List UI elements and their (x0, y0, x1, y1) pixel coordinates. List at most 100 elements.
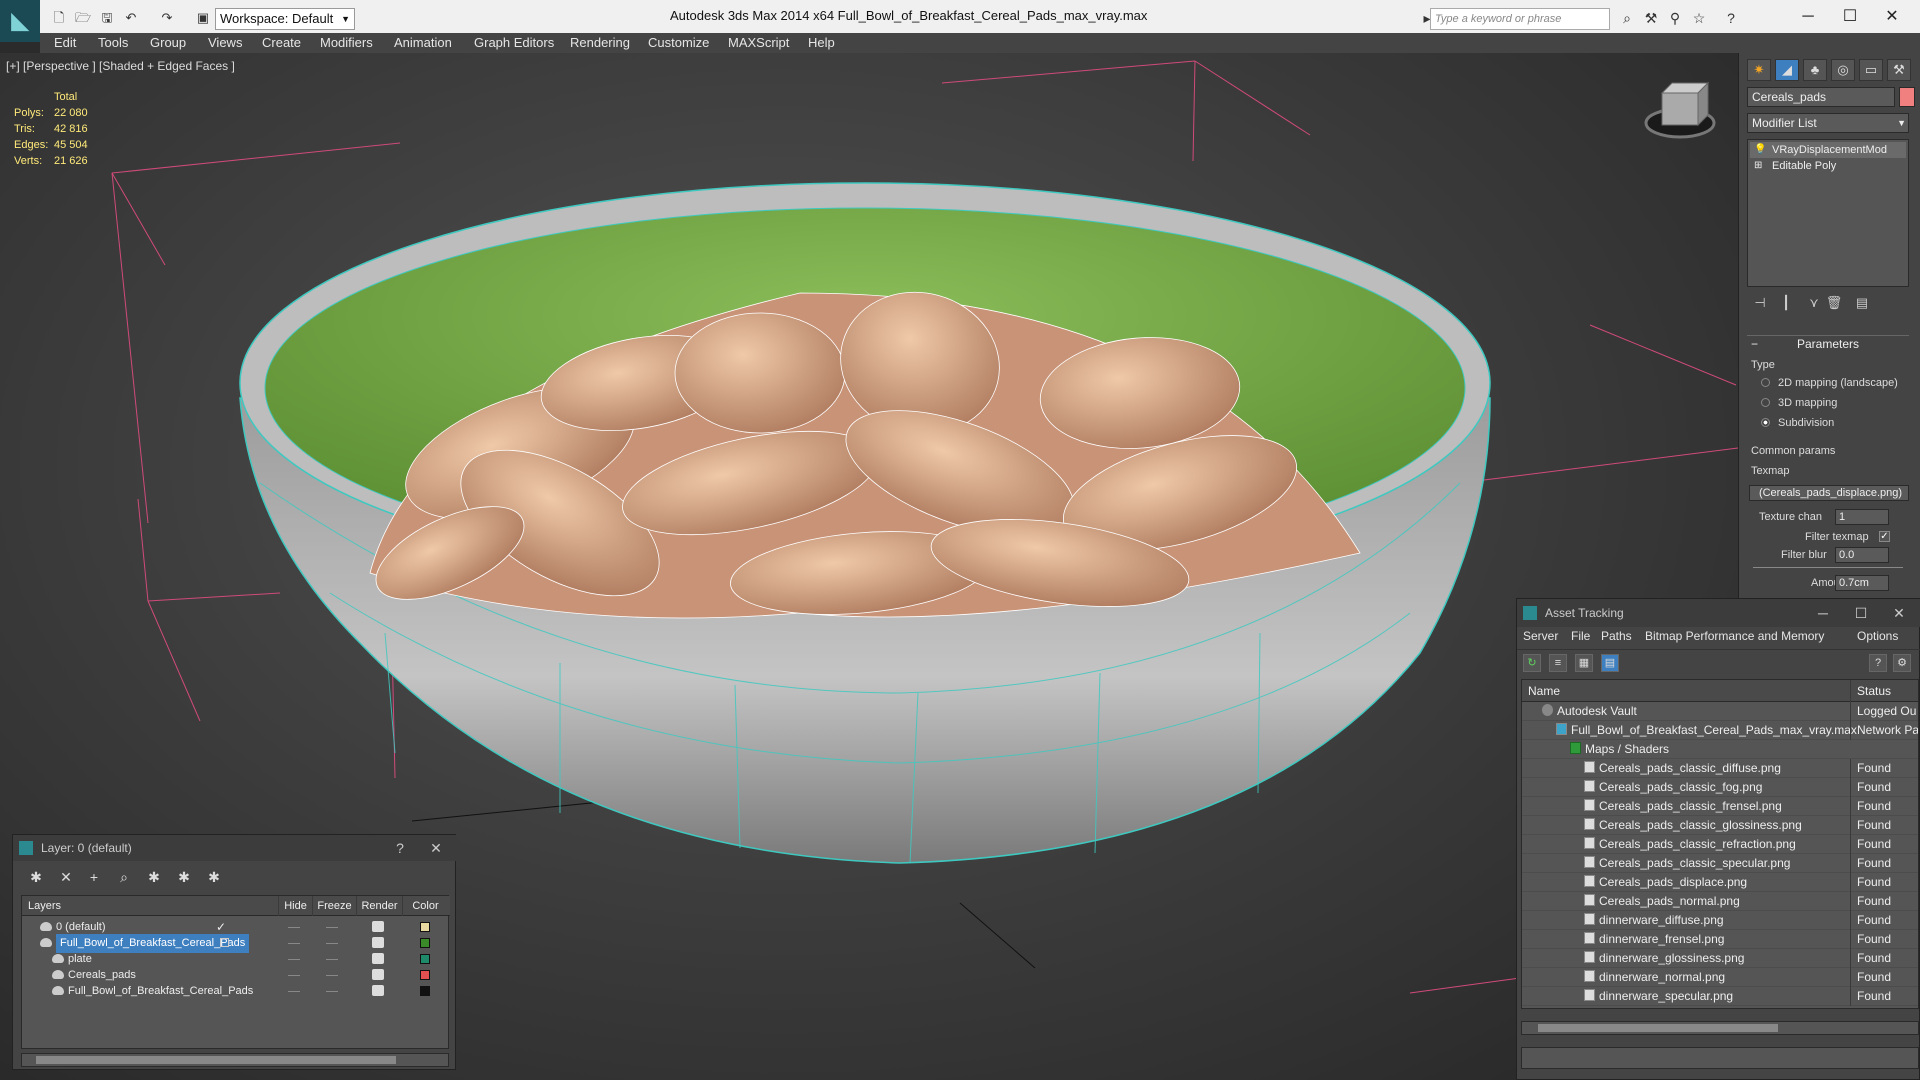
menu-customize[interactable]: Customize (648, 33, 709, 53)
communication-icon[interactable]: ⚲ (1666, 9, 1684, 27)
utilities-tab-icon[interactable]: ⚒ (1887, 59, 1911, 81)
create-tab-icon[interactable]: ✷ (1747, 59, 1771, 81)
menu-help[interactable]: Help (808, 33, 835, 53)
workspace-dropdown[interactable]: Workspace: Default ▼ (215, 8, 355, 30)
layer-color-swatch[interactable] (420, 986, 430, 996)
motion-tab-icon[interactable]: ◎ (1831, 59, 1855, 81)
asset-row[interactable]: Cereals_pads_classic_refraction.png Found (1522, 835, 1918, 854)
radio-subdivision[interactable]: Subdivision (1761, 417, 1834, 429)
minimize-icon[interactable]: ─ (1788, 4, 1828, 30)
configure-sets-icon[interactable]: ▤ (1853, 295, 1871, 313)
asset-row[interactable]: Cereals_pads_classic_frensel.png Found (1522, 797, 1918, 816)
texture-chan-spinner[interactable]: 1 (1835, 509, 1889, 525)
asset-row[interactable]: Cereals_pads_displace.png Found (1522, 873, 1918, 892)
help-icon[interactable]: ? (385, 835, 415, 861)
asset-row[interactable]: Cereals_pads_classic_fog.png Found (1522, 778, 1918, 797)
layer-row[interactable]: Full_Bowl_of_Breakfast_Cereal_Pads (22, 982, 450, 1001)
thumbnail-view-icon[interactable]: ▦ (1575, 654, 1593, 672)
object-color-swatch[interactable] (1899, 87, 1915, 107)
list-view-icon[interactable]: ≡ (1549, 654, 1567, 672)
asset-row[interactable]: dinnerware_normal.png Found (1522, 968, 1918, 987)
add-to-layer-icon[interactable]: + (83, 867, 105, 887)
new-file-icon[interactable]: 🗋 (50, 9, 68, 27)
subscription-icon[interactable]: ⚒ (1642, 9, 1660, 27)
menu-graph-editors[interactable]: Graph Editors (474, 33, 554, 53)
render-toggle-teapot-icon[interactable] (372, 969, 384, 980)
asset-menu-paths[interactable]: Paths (1601, 629, 1632, 643)
project-folder-icon[interactable]: ▣ (194, 9, 212, 27)
asset-path-field[interactable] (1521, 1047, 1919, 1069)
column-color[interactable]: Color (402, 896, 448, 916)
asset-row[interactable]: dinnerware_frensel.png Found (1522, 930, 1918, 949)
scrollbar-thumb[interactable] (36, 1056, 396, 1064)
select-objects-icon[interactable]: ⌕ (113, 867, 135, 887)
filter-blur-spinner[interactable]: 0.0 (1835, 547, 1889, 563)
set-current-layer-icon[interactable] (220, 938, 229, 947)
asset-row[interactable]: Full_Bowl_of_Breakfast_Cereal_Pads_max_v… (1522, 721, 1918, 740)
freeze-toggle[interactable] (326, 943, 338, 944)
close-icon[interactable]: ✕ (421, 835, 451, 861)
menu-edit[interactable]: Edit (54, 33, 76, 53)
asset-menu-file[interactable]: File (1571, 629, 1590, 643)
create-new-layer-icon[interactable]: ✱ (25, 867, 47, 887)
maximize-icon[interactable]: ☐ (1841, 599, 1881, 627)
freeze-toggle[interactable] (326, 959, 338, 960)
show-end-result-icon[interactable]: ┃ (1777, 295, 1795, 313)
scrollbar-thumb[interactable] (1538, 1024, 1778, 1032)
filter-texmap-checkbox[interactable]: ✓ (1879, 531, 1890, 542)
stack-item-editable-poly[interactable]: ⊞ Editable Poly (1750, 158, 1906, 174)
asset-row[interactable]: dinnerware_glossiness.png Found (1522, 949, 1918, 968)
layer-color-swatch[interactable] (420, 970, 430, 980)
column-hide[interactable]: Hide (278, 896, 312, 916)
view-cube[interactable] (1644, 81, 1716, 139)
minimize-icon[interactable]: ─ (1803, 599, 1843, 627)
menu-create[interactable]: Create (262, 33, 301, 53)
object-name-field[interactable]: Cereals_pads (1747, 87, 1895, 107)
highlight-selected-icon[interactable]: ✱ (143, 867, 165, 887)
render-toggle-teapot-icon[interactable] (372, 921, 384, 932)
close-icon[interactable]: ✕ (1879, 599, 1919, 627)
column-freeze[interactable]: Freeze (312, 896, 356, 916)
refresh-icon[interactable]: ↻ (1523, 654, 1541, 672)
pin-stack-icon[interactable]: ⊣ (1751, 295, 1769, 313)
display-tab-icon[interactable]: ▭ (1859, 59, 1883, 81)
help-icon[interactable]: ? (1722, 9, 1740, 27)
asset-menu-server[interactable]: Server (1523, 629, 1558, 643)
hide-toggle[interactable] (288, 943, 300, 944)
binoculars-icon[interactable]: ⌕ (1618, 9, 1636, 27)
settings-gear-icon[interactable]: ⚙ (1893, 654, 1911, 672)
hide-toggle[interactable] (288, 991, 300, 992)
search-input[interactable]: Type a keyword or phrase (1430, 8, 1610, 30)
app-logo-icon[interactable]: ◣ (0, 0, 40, 42)
layer-color-swatch[interactable] (420, 922, 430, 932)
menu-tools[interactable]: Tools (98, 33, 128, 53)
radio-3d-mapping[interactable]: 3D mapping (1761, 397, 1837, 409)
maximize-icon[interactable]: ☐ (1830, 4, 1870, 30)
help-icon[interactable]: ? (1869, 654, 1887, 672)
viewport-label[interactable]: [+] [Perspective ] [Shaded + Edged Faces… (6, 59, 235, 73)
redo-icon[interactable]: ↷ (158, 9, 176, 27)
hide-all-layers-icon[interactable]: ✱ (173, 867, 195, 887)
delete-layer-icon[interactable]: ✕ (55, 867, 77, 887)
asset-row[interactable]: Cereals_pads_normal.png Found (1522, 892, 1918, 911)
render-toggle-teapot-icon[interactable] (372, 937, 384, 948)
asset-row[interactable]: Maps / Shaders (1522, 740, 1918, 759)
asset-row[interactable]: Cereals_pads_classic_specular.png Found (1522, 854, 1918, 873)
render-toggle-teapot-icon[interactable] (372, 953, 384, 964)
amount-spinner[interactable]: 0.7cm (1835, 575, 1889, 591)
column-status[interactable]: Status (1850, 680, 1918, 702)
freeze-toggle[interactable] (326, 927, 338, 928)
menu-maxscript[interactable]: MAXScript (728, 33, 789, 53)
horizontal-scrollbar[interactable] (21, 1053, 449, 1067)
column-render[interactable]: Render (356, 896, 402, 916)
texmap-button[interactable]: (Cereals_pads_displace.png) (1749, 485, 1909, 501)
column-name[interactable]: Name (1522, 680, 1850, 702)
layer-color-swatch[interactable] (420, 954, 430, 964)
menu-views[interactable]: Views (208, 33, 242, 53)
modifier-list-dropdown[interactable]: Modifier List ▼ (1747, 113, 1909, 133)
table-view-icon[interactable]: ▤ (1601, 654, 1619, 672)
remove-modifier-icon[interactable]: 🗑 (1825, 295, 1843, 313)
hierarchy-tab-icon[interactable]: ♣ (1803, 59, 1827, 81)
asset-menu-bitmap-performance[interactable]: Bitmap Performance and Memory (1645, 629, 1824, 643)
radio-2d-mapping[interactable]: 2D mapping (landscape) (1761, 377, 1898, 389)
